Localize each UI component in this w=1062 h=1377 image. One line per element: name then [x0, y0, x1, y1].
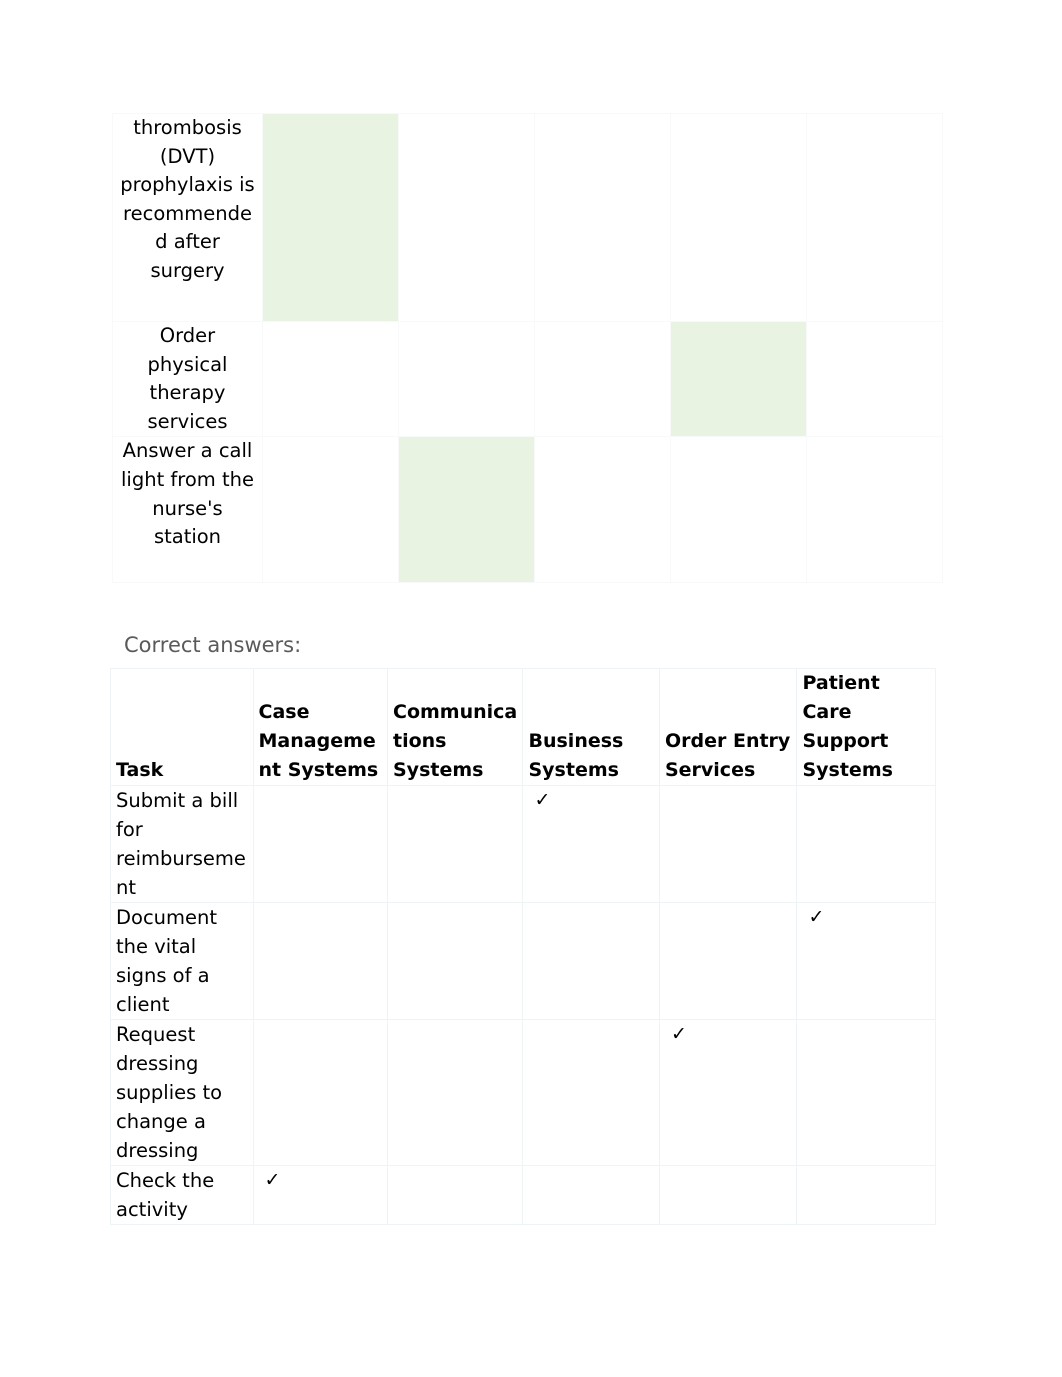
matrix-cell-selected[interactable]: [262, 113, 399, 322]
answer-cell-order-entry: [658, 785, 798, 903]
matrix-cell[interactable]: [534, 436, 671, 584]
answer-cell-patient-care-support: [796, 785, 936, 903]
task-label: Answer a call light from the nurse's sta…: [112, 436, 263, 584]
matrix-cell[interactable]: [534, 113, 671, 322]
matrix-cell[interactable]: [534, 320, 671, 438]
matrix-cell[interactable]: [806, 436, 943, 584]
answer-cell-order-entry: ✓: [658, 1019, 798, 1166]
answer-cell-case-management: [252, 1019, 389, 1166]
question-matrix-table: thrombosis (DVT) prophylaxis is recommen…: [112, 113, 943, 584]
answer-cell-case-management: [252, 785, 389, 903]
matrix-cell[interactable]: [398, 320, 535, 438]
table-row: thrombosis (DVT) prophylaxis is recommen…: [112, 113, 943, 322]
table-row: Request dressing supplies to change a dr…: [110, 1019, 936, 1166]
column-header-task: Task: [110, 668, 254, 786]
task-label: thrombosis (DVT) prophylaxis is recommen…: [112, 113, 263, 322]
answer-cell-order-entry: [658, 1165, 798, 1225]
answer-cell-order-entry: [658, 902, 798, 1020]
answer-cell-communications: [386, 1019, 524, 1166]
answer-cell-patient-care-support: [796, 1019, 936, 1166]
answer-cell-business: [522, 902, 660, 1020]
table-row: Document the vital signs of a client ✓: [110, 902, 936, 1020]
correct-answers-table-container: Task Case Management Systems Communicati…: [110, 668, 936, 1225]
matrix-cell-selected[interactable]: [670, 320, 807, 438]
answer-cell-case-management: ✓: [252, 1165, 389, 1225]
column-header-business-systems: Business Systems: [522, 668, 660, 786]
answer-cell-business: [522, 1165, 660, 1225]
table-header-row: Task Case Management Systems Communicati…: [110, 668, 936, 786]
table-row: Answer a call light from the nurse's sta…: [112, 436, 943, 584]
answer-cell-business: [522, 1019, 660, 1166]
answer-cell-communications: [386, 902, 524, 1020]
table-row: Submit a bill for reimbursement ✓: [110, 785, 936, 903]
column-header-order-entry-services: Order Entry Services: [658, 668, 798, 786]
correct-answers-table: Task Case Management Systems Communicati…: [110, 668, 936, 1225]
matrix-cell[interactable]: [262, 436, 399, 584]
task-label: Request dressing supplies to change a dr…: [110, 1019, 254, 1166]
matrix-cell[interactable]: [670, 436, 807, 584]
task-label: Submit a bill for reimbursement: [110, 785, 254, 903]
answer-cell-patient-care-support: [796, 1165, 936, 1225]
column-header-patient-care-support-systems: Patient Care Support Systems: [796, 668, 936, 786]
task-label: Check the activity: [110, 1165, 254, 1225]
matrix-cell[interactable]: [670, 113, 807, 322]
answer-cell-business: ✓: [522, 785, 660, 903]
matrix-cell[interactable]: [398, 113, 535, 322]
task-label: Document the vital signs of a client: [110, 902, 254, 1020]
answer-cell-patient-care-support: ✓: [796, 902, 936, 1020]
task-label: Order physical therapy services: [112, 320, 263, 438]
table-row: Order physical therapy services: [112, 320, 943, 438]
answer-cell-communications: [386, 785, 524, 903]
column-header-case-management-systems: Case Management Systems: [252, 668, 389, 786]
matrix-cell[interactable]: [806, 320, 943, 438]
document-page: thrombosis (DVT) prophylaxis is recommen…: [0, 0, 1062, 1377]
matrix-cell[interactable]: [806, 113, 943, 322]
matrix-cell[interactable]: [262, 320, 399, 438]
answer-cell-case-management: [252, 902, 389, 1020]
answer-cell-communications: [386, 1165, 524, 1225]
column-header-communications-systems: Communications Systems: [386, 668, 524, 786]
correct-answers-caption: Correct answers:: [124, 633, 302, 657]
table-row: Check the activity ✓: [110, 1165, 936, 1225]
matrix-cell-selected[interactable]: [398, 436, 535, 584]
